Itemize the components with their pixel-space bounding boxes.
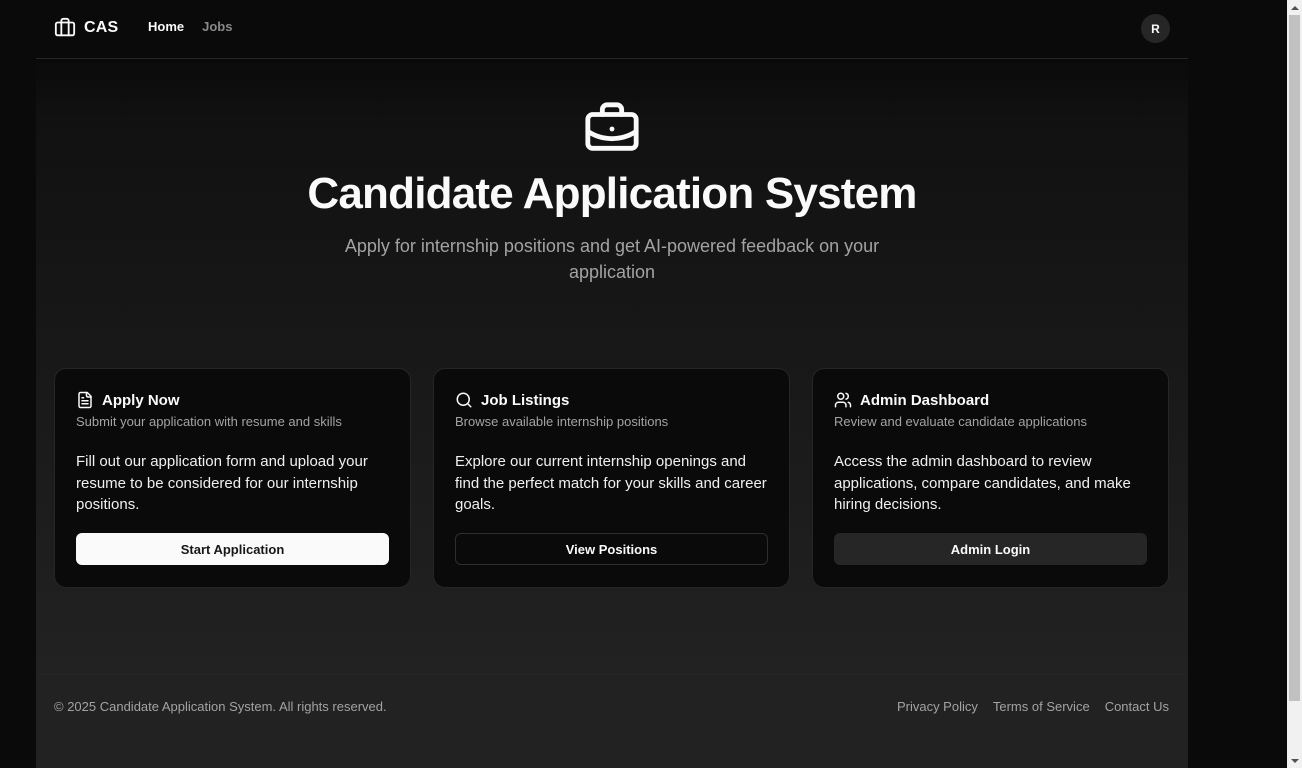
footer-copyright: © 2025 Candidate Application System. All… <box>54 699 387 714</box>
card-title: Apply Now <box>102 391 180 409</box>
card-header: Apply Now <box>76 390 389 410</box>
briefcase-icon <box>54 17 76 37</box>
card-admin-dashboard: Admin Dashboard Review and evaluate cand… <box>812 368 1169 588</box>
scroll-down-arrow[interactable] <box>1287 753 1302 768</box>
privacy-policy-link[interactable]: Privacy Policy <box>897 699 978 714</box>
nav-link-home[interactable]: Home <box>148 19 184 34</box>
card-header: Job Listings <box>455 390 768 410</box>
main-nav: Home Jobs <box>148 19 232 34</box>
user-avatar[interactable]: R <box>1141 14 1170 43</box>
card-body-text: Access the admin dashboard to review app… <box>834 453 1131 513</box>
card-apply-now: Apply Now Submit your application with r… <box>54 368 411 588</box>
vertical-scrollbar[interactable] <box>1287 0 1302 768</box>
card-description: Review and evaluate candidate applicatio… <box>834 414 1087 429</box>
page-subtitle: Apply for internship positions and get A… <box>344 235 880 282</box>
page-gutter-right <box>1188 0 1287 768</box>
admin-login-button[interactable]: Admin Login <box>834 533 1147 565</box>
terms-of-service-link[interactable]: Terms of Service <box>993 699 1090 714</box>
start-application-button[interactable]: Start Application <box>76 533 389 565</box>
page-title: Candidate Application System <box>307 169 917 218</box>
card-header: Admin Dashboard <box>834 390 1147 410</box>
card-body-text: Fill out our application form and upload… <box>76 453 368 513</box>
card-job-listings: Job Listings Browse available internship… <box>433 368 790 588</box>
footer-links: Privacy Policy Terms of Service Contact … <box>897 699 1169 714</box>
chevron-up-icon <box>1290 5 1299 10</box>
card-body-text: Explore our current internship openings … <box>455 453 767 513</box>
chevron-down-icon <box>1290 758 1299 763</box>
users-icon <box>834 392 852 408</box>
top-navbar: CAS Home Jobs R <box>36 0 1188 59</box>
card-description: Submit your application with resume and … <box>76 414 342 429</box>
card-description: Browse available internship positions <box>455 414 669 429</box>
briefcase-icon <box>585 102 639 151</box>
card-title: Job Listings <box>481 391 570 409</box>
scrollbar-thumb[interactable] <box>1289 15 1300 701</box>
card-title: Admin Dashboard <box>860 391 990 409</box>
view-positions-button[interactable]: View Positions <box>455 533 768 565</box>
hero-section: Candidate Application System Apply for i… <box>36 100 1188 285</box>
scroll-up-arrow[interactable] <box>1287 0 1302 15</box>
contact-us-link[interactable]: Contact Us <box>1105 699 1169 714</box>
file-text-icon <box>78 391 92 409</box>
brand-name: CAS <box>84 19 119 36</box>
brand-logo[interactable]: CAS <box>54 17 118 39</box>
nav-link-jobs[interactable]: Jobs <box>202 19 232 34</box>
page-gutter-left <box>0 0 36 768</box>
search-icon <box>456 392 472 408</box>
page-footer: © 2025 Candidate Application System. All… <box>36 674 1188 768</box>
